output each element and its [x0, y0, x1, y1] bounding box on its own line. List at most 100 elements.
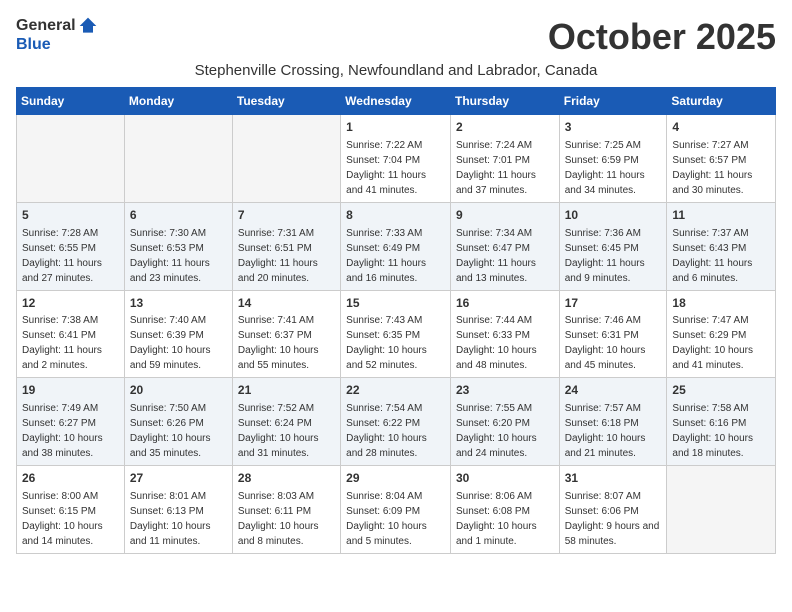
calendar-cell: 24 Sunrise: 7:57 AMSunset: 6:18 PMDayligh… — [559, 378, 667, 466]
month-title: October 2025 — [548, 16, 776, 58]
sunrise-info: Sunrise: 7:57 AMSunset: 6:18 PMDaylight:… — [565, 403, 646, 459]
day-number: 14 — [238, 295, 335, 312]
sunrise-info: Sunrise: 7:34 AMSunset: 6:47 PMDaylight:… — [456, 228, 536, 284]
header-saturday: Saturday — [667, 88, 776, 115]
sunrise-info: Sunrise: 7:30 AMSunset: 6:53 PMDaylight:… — [130, 228, 210, 284]
sunrise-info: Sunrise: 7:44 AMSunset: 6:33 PMDaylight:… — [456, 315, 537, 371]
calendar-cell: 20Sunrise: 7:50 AMSunset: 6:26 PMDayligh… — [124, 378, 232, 466]
day-number: 16 — [456, 295, 554, 312]
sunrise-info: Sunrise: 7:36 AMSunset: 6:45 PMDaylight:… — [565, 228, 645, 284]
day-number: 18 — [672, 295, 770, 312]
calendar-table: SundayMondayTuesdayWednesdayThursdayFrid… — [16, 87, 776, 554]
calendar-cell: 9 Sunrise: 7:34 AMSunset: 6:47 PMDaylight… — [450, 202, 559, 290]
sunrise-info: Sunrise: 8:07 AMSunset: 6:06 PMDaylight:… — [565, 491, 660, 547]
sunrise-info: Sunrise: 7:43 AMSunset: 6:35 PMDaylight:… — [346, 315, 427, 371]
page-header: General Blue October 2025 — [16, 16, 776, 58]
sunrise-info: Sunrise: 7:58 AMSunset: 6:16 PMDaylight:… — [672, 403, 753, 459]
calendar-cell: 16 Sunrise: 7:44 AMSunset: 6:33 PMDayligh… — [450, 290, 559, 378]
calendar-cell: 5 Sunrise: 7:28 AMSunset: 6:55 PMDaylight… — [17, 202, 125, 290]
calendar-cell: 30 Sunrise: 8:06 AMSunset: 6:08 PMDayligh… — [450, 466, 559, 554]
day-number: 6 — [130, 207, 227, 224]
sunrise-info: Sunrise: 7:27 AMSunset: 6:57 PMDaylight:… — [672, 140, 752, 196]
logo-blue: Blue — [16, 36, 51, 53]
logo: General Blue — [16, 16, 98, 54]
calendar-cell: 15 Sunrise: 7:43 AMSunset: 6:35 PMDayligh… — [341, 290, 451, 378]
logo-general: General — [16, 17, 76, 35]
day-number: 29 — [346, 470, 445, 487]
sunrise-info: Sunrise: 8:06 AMSunset: 6:08 PMDaylight:… — [456, 491, 537, 547]
day-number: 20 — [130, 382, 227, 399]
calendar-week-row: 26Sunrise: 8:00 AMSunset: 6:15 PMDayligh… — [17, 466, 776, 554]
day-number: 13 — [130, 295, 227, 312]
sunrise-info: Sunrise: 8:03 AMSunset: 6:11 PMDaylight:… — [238, 491, 319, 547]
sunrise-info: Sunrise: 8:01 AMSunset: 6:13 PMDaylight:… — [130, 491, 211, 547]
sunrise-info: Sunrise: 7:46 AMSunset: 6:31 PMDaylight:… — [565, 315, 646, 371]
sunrise-info: Sunrise: 7:54 AMSunset: 6:22 PMDaylight:… — [346, 403, 427, 459]
sunrise-info: Sunrise: 7:40 AMSunset: 6:39 PMDaylight:… — [130, 315, 211, 371]
sunrise-info: Sunrise: 7:47 AMSunset: 6:29 PMDaylight:… — [672, 315, 753, 371]
day-number: 9 — [456, 207, 554, 224]
day-number: 24 — [565, 382, 662, 399]
calendar-week-row: 1 Sunrise: 7:22 AMSunset: 7:04 PMDaylight… — [17, 115, 776, 203]
calendar-week-row: 12Sunrise: 7:38 AMSunset: 6:41 PMDayligh… — [17, 290, 776, 378]
sunrise-info: Sunrise: 7:24 AMSunset: 7:01 PMDaylight:… — [456, 140, 536, 196]
calendar-week-row: 5 Sunrise: 7:28 AMSunset: 6:55 PMDaylight… — [17, 202, 776, 290]
day-number: 15 — [346, 295, 445, 312]
sunrise-info: Sunrise: 7:22 AMSunset: 7:04 PMDaylight:… — [346, 140, 426, 196]
header-monday: Monday — [124, 88, 232, 115]
calendar-cell: 3Sunrise: 7:25 AMSunset: 6:59 PMDaylight… — [559, 115, 667, 203]
sunrise-info: Sunrise: 7:49 AMSunset: 6:27 PMDaylight:… — [22, 403, 103, 459]
calendar-cell: 13 Sunrise: 7:40 AMSunset: 6:39 PMDayligh… — [124, 290, 232, 378]
header-sunday: Sunday — [17, 88, 125, 115]
header-wednesday: Wednesday — [341, 88, 451, 115]
day-number: 19 — [22, 382, 119, 399]
day-number: 23 — [456, 382, 554, 399]
day-number: 21 — [238, 382, 335, 399]
day-number: 10 — [565, 207, 662, 224]
day-number: 22 — [346, 382, 445, 399]
day-number: 2 — [456, 119, 554, 136]
calendar-cell — [232, 115, 340, 203]
calendar-cell: 8 Sunrise: 7:33 AMSunset: 6:49 PMDaylight… — [341, 202, 451, 290]
sunrise-info: Sunrise: 7:31 AMSunset: 6:51 PMDaylight:… — [238, 228, 318, 284]
day-number: 8 — [346, 207, 445, 224]
header-friday: Friday — [559, 88, 667, 115]
calendar-cell: 27 Sunrise: 8:01 AMSunset: 6:13 PMDayligh… — [124, 466, 232, 554]
sunrise-info: Sunrise: 7:41 AMSunset: 6:37 PMDaylight:… — [238, 315, 319, 371]
day-number: 7 — [238, 207, 335, 224]
day-number: 5 — [22, 207, 119, 224]
logo-icon — [78, 16, 98, 36]
day-number: 1 — [346, 119, 445, 136]
sunrise-info: Sunrise: 7:28 AMSunset: 6:55 PMDaylight:… — [22, 228, 102, 284]
calendar-cell: 29 Sunrise: 8:04 AMSunset: 6:09 PMDayligh… — [341, 466, 451, 554]
calendar-cell: 7 Sunrise: 7:31 AMSunset: 6:51 PMDaylight… — [232, 202, 340, 290]
calendar-header-row: SundayMondayTuesdayWednesdayThursdayFrid… — [17, 88, 776, 115]
day-number: 4 — [672, 119, 770, 136]
day-number: 11 — [672, 207, 770, 224]
calendar-week-row: 19 Sunrise: 7:49 AMSunset: 6:27 PMDayligh… — [17, 378, 776, 466]
day-number: 17 — [565, 295, 662, 312]
day-number: 27 — [130, 470, 227, 487]
calendar-cell: 2 Sunrise: 7:24 AMSunset: 7:01 PMDaylight… — [450, 115, 559, 203]
day-number: 31 — [565, 470, 662, 487]
calendar-cell: 22 Sunrise: 7:54 AMSunset: 6:22 PMDayligh… — [341, 378, 451, 466]
sunrise-info: Sunrise: 7:55 AMSunset: 6:20 PMDaylight:… — [456, 403, 537, 459]
header-thursday: Thursday — [450, 88, 559, 115]
day-number: 26 — [22, 470, 119, 487]
calendar-cell: 19 Sunrise: 7:49 AMSunset: 6:27 PMDayligh… — [17, 378, 125, 466]
calendar-cell: 11Sunrise: 7:37 AMSunset: 6:43 PMDayligh… — [667, 202, 776, 290]
day-number: 30 — [456, 470, 554, 487]
calendar-cell: 18 Sunrise: 7:47 AMSunset: 6:29 PMDayligh… — [667, 290, 776, 378]
calendar-cell: 1 Sunrise: 7:22 AMSunset: 7:04 PMDaylight… — [341, 115, 451, 203]
calendar-cell: 23 Sunrise: 7:55 AMSunset: 6:20 PMDayligh… — [450, 378, 559, 466]
sunrise-info: Sunrise: 8:04 AMSunset: 6:09 PMDaylight:… — [346, 491, 427, 547]
sunrise-info: Sunrise: 7:33 AMSunset: 6:49 PMDaylight:… — [346, 228, 426, 284]
calendar-cell: 12Sunrise: 7:38 AMSunset: 6:41 PMDayligh… — [17, 290, 125, 378]
calendar-cell: 6 Sunrise: 7:30 AMSunset: 6:53 PMDaylight… — [124, 202, 232, 290]
calendar-cell — [17, 115, 125, 203]
calendar-cell: 31 Sunrise: 8:07 AMSunset: 6:06 PMDayligh… — [559, 466, 667, 554]
calendar-cell: 10 Sunrise: 7:36 AMSunset: 6:45 PMDayligh… — [559, 202, 667, 290]
sunrise-info: Sunrise: 7:52 AMSunset: 6:24 PMDaylight:… — [238, 403, 319, 459]
sunrise-info: Sunrise: 7:25 AMSunset: 6:59 PMDaylight:… — [565, 140, 645, 196]
calendar-cell: 25Sunrise: 7:58 AMSunset: 6:16 PMDayligh… — [667, 378, 776, 466]
